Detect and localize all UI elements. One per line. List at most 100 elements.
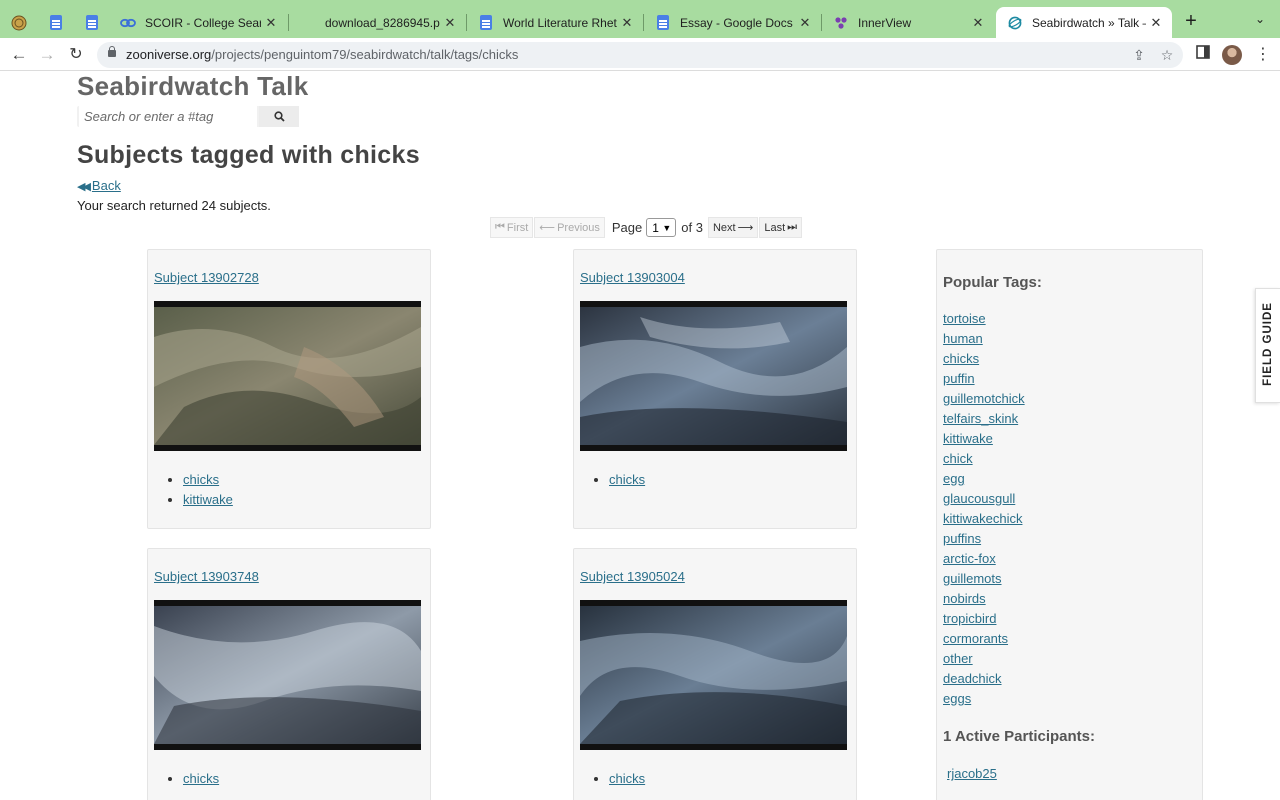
- popular-tags-heading: Popular Tags:: [943, 274, 1042, 291]
- popular-tag-link[interactable]: guillemots: [943, 571, 1025, 591]
- popular-tag-link[interactable]: puffins: [943, 531, 1025, 551]
- arrow-left-icon: ⟵: [539, 222, 556, 234]
- first-label: First: [506, 221, 529, 234]
- popular-tag-link[interactable]: tropicbird: [943, 611, 1025, 631]
- search-icon: [273, 111, 285, 122]
- page-total-label: of 3: [681, 220, 703, 235]
- tab-pinned-2[interactable]: [37, 7, 75, 38]
- subject-tags: chicks: [609, 472, 645, 492]
- tab-title: SCOIR - College Search: [145, 15, 261, 30]
- innerview-icon: [833, 15, 849, 31]
- back-arrow-icon[interactable]: ←: [8, 44, 30, 66]
- tab-title: download_8286945.pdf: [325, 15, 440, 30]
- profile-avatar[interactable]: [1222, 45, 1242, 65]
- popular-tag-link[interactable]: chicks: [943, 351, 1025, 371]
- page-content: Seabirdwatch Talk Subjects tagged with c…: [0, 71, 1280, 800]
- forward-arrow-icon[interactable]: →: [36, 44, 58, 66]
- subject-thumbnail[interactable]: [154, 600, 421, 750]
- tag-link[interactable]: kittiwake: [183, 492, 233, 507]
- next-page-button[interactable]: Next ⟶: [707, 217, 759, 238]
- popular-tag-link[interactable]: telfairs_skink: [943, 411, 1025, 431]
- list-item: chicks: [609, 771, 645, 791]
- tab-title: Essay - Google Docs: [680, 15, 793, 30]
- first-page-button[interactable]: ⏮ First: [490, 217, 534, 238]
- tab-title: InnerView: [858, 15, 912, 30]
- close-icon[interactable]: ✕: [795, 15, 815, 31]
- tag-link[interactable]: chicks: [183, 771, 219, 786]
- subject-link[interactable]: Subject 13902728: [154, 270, 259, 285]
- popular-tag-link[interactable]: eggs: [943, 691, 1025, 711]
- subject-card: Subject 13902728 chicks kittiwake: [147, 249, 431, 529]
- popular-tag-link[interactable]: tortoise: [943, 311, 1025, 331]
- popular-tag-link[interactable]: chick: [943, 451, 1025, 471]
- page-select[interactable]: 1 ▼: [646, 218, 677, 237]
- tab-innerview[interactable]: InnerView ✕: [822, 7, 994, 38]
- last-page-button[interactable]: Last ⏭: [759, 217, 803, 238]
- popular-tag-link[interactable]: arctic-fox: [943, 551, 1025, 571]
- subject-link[interactable]: Subject 13903748: [154, 569, 259, 584]
- address-bar[interactable]: zooniverse.org/projects/penguintom79/sea…: [97, 42, 1183, 68]
- tab-scoir[interactable]: SCOIR - College Search ✕: [109, 7, 287, 38]
- page-label: Page: [611, 220, 643, 235]
- popular-tag-link[interactable]: kittiwakechick: [943, 511, 1025, 531]
- participant-link[interactable]: rjacob25: [947, 766, 997, 781]
- subject-thumbnail[interactable]: [154, 301, 421, 451]
- close-icon[interactable]: ✕: [617, 15, 637, 31]
- close-icon[interactable]: ✕: [440, 15, 460, 31]
- tab-seabirdwatch-talk[interactable]: Seabirdwatch » Talk — ✕: [996, 7, 1172, 38]
- back-link[interactable]: ◀◀ Back: [77, 178, 121, 193]
- side-panel-icon[interactable]: [1193, 45, 1213, 65]
- star-icon[interactable]: ☆: [1158, 47, 1176, 65]
- chevron-down-icon[interactable]: ⌄: [1250, 12, 1270, 32]
- field-guide-label: FIELD GUIDE: [1262, 302, 1274, 386]
- tab-title: World Literature Rhetoric: [503, 15, 617, 30]
- tag-link[interactable]: chicks: [609, 771, 645, 786]
- popular-tag-link[interactable]: other: [943, 651, 1025, 671]
- popular-tag-link[interactable]: nobirds: [943, 591, 1025, 611]
- popular-tag-link[interactable]: glaucousgull: [943, 491, 1025, 511]
- popular-tag-link[interactable]: kittiwake: [943, 431, 1025, 451]
- close-icon[interactable]: ✕: [261, 15, 281, 31]
- subject-thumbnail[interactable]: [580, 301, 847, 451]
- more-menu-icon[interactable]: ⋮: [1255, 45, 1271, 65]
- tab-essay[interactable]: Essay - Google Docs ✕: [644, 7, 821, 38]
- search-input[interactable]: [79, 106, 257, 127]
- list-item: chicks: [183, 472, 233, 492]
- popular-tag-link[interactable]: deadchick: [943, 671, 1025, 691]
- close-icon[interactable]: ✕: [1146, 15, 1166, 31]
- share-icon[interactable]: ⇪: [1130, 47, 1148, 65]
- pdf-icon: [300, 15, 316, 31]
- popular-tag-link[interactable]: guillemotchick: [943, 391, 1025, 411]
- page-heading: Subjects tagged with chicks: [77, 141, 420, 169]
- subject-link[interactable]: Subject 13905024: [580, 569, 685, 584]
- talk-sidebar: Popular Tags: tortoise human chicks puff…: [936, 249, 1203, 800]
- seal-icon: [11, 15, 27, 31]
- google-docs-icon: [84, 15, 100, 31]
- lock-icon: [108, 46, 116, 57]
- tag-link[interactable]: chicks: [183, 472, 219, 487]
- new-tab-icon[interactable]: +: [1180, 11, 1202, 33]
- search-button[interactable]: [259, 106, 299, 127]
- skip-first-icon: ⏮: [495, 221, 505, 233]
- popular-tag-link[interactable]: puffin: [943, 371, 1025, 391]
- talk-search: [77, 106, 299, 127]
- tab-title: Seabirdwatch » Talk —: [1032, 15, 1146, 30]
- popular-tag-link[interactable]: egg: [943, 471, 1025, 491]
- tab-pinned-3[interactable]: [73, 7, 111, 38]
- previous-page-button[interactable]: ⟵ Previous: [534, 217, 605, 238]
- subject-link[interactable]: Subject 13903004: [580, 270, 685, 285]
- popular-tag-link[interactable]: cormorants: [943, 631, 1025, 651]
- list-item: chicks: [183, 771, 219, 791]
- subject-card: Subject 13905024 chicks: [573, 548, 857, 800]
- field-guide-tab[interactable]: FIELD GUIDE: [1255, 288, 1280, 403]
- pagination: ⏮ First ⟵ Previous Page 1 ▼ of 3 Next ⟶ Last…: [490, 217, 803, 238]
- tab-download-pdf[interactable]: download_8286945.pdf ✕: [289, 7, 466, 38]
- popular-tag-link[interactable]: human: [943, 331, 1025, 351]
- tab-world-literature[interactable]: World Literature Rhetoric ✕: [467, 7, 643, 38]
- close-icon[interactable]: ✕: [968, 15, 988, 31]
- reload-icon[interactable]: ↻: [65, 44, 87, 66]
- site-title: Seabirdwatch Talk: [77, 71, 309, 101]
- tag-link[interactable]: chicks: [609, 472, 645, 487]
- browser-toolbar: ← → ↻ zooniverse.org/projects/penguintom…: [0, 38, 1280, 71]
- subject-thumbnail[interactable]: [580, 600, 847, 750]
